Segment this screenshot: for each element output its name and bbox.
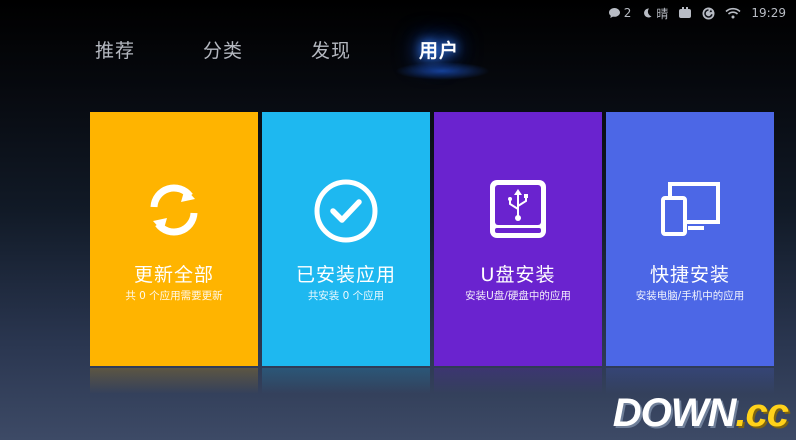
card-reflection [90, 368, 258, 394]
card-subtitle: 共 0 个应用需要更新 [125, 290, 223, 302]
clock: 19:29 [751, 6, 786, 20]
card-subtitle: 安装电脑/手机中的应用 [635, 290, 745, 302]
device-icon [678, 7, 692, 19]
weather-icon [641, 7, 653, 19]
card-reflection [262, 368, 430, 394]
tab-recommend[interactable]: 推荐 [95, 36, 135, 63]
weather-text: 晴 [656, 6, 669, 21]
devices-icon [606, 178, 774, 244]
usb-drive-icon [434, 178, 602, 244]
watermark-logo: DOWN.cc [612, 391, 789, 436]
card-title: 快捷安装 [649, 264, 730, 286]
tab-user[interactable]: 用户 [419, 36, 459, 63]
message-count: 2 [623, 6, 632, 20]
card-title: 更新全部 [133, 264, 214, 286]
card-reflection [434, 368, 602, 394]
weather-indicator: 晴 [641, 5, 668, 22]
active-tab-glow [395, 62, 490, 80]
update-all-card[interactable]: 更新全部 共 0 个应用需要更新 [90, 112, 258, 366]
chat-bubble-icon [608, 7, 621, 19]
watermark-part1: DOWN [612, 391, 737, 435]
card-title: 已安装应用 [295, 264, 396, 286]
watermark-part2: .cc [735, 391, 789, 435]
card-title: U盘安装 [480, 264, 556, 286]
usb-install-card[interactable]: U盘安装 安装U盘/硬盘中的应用 [434, 112, 602, 366]
quick-install-card[interactable]: 快捷安装 安装电脑/手机中的应用 [606, 112, 774, 366]
card-subtitle: 共安装 0 个应用 [307, 290, 385, 302]
installed-apps-card[interactable]: 已安装应用 共安装 0 个应用 [262, 112, 430, 366]
refresh-icon [90, 178, 258, 244]
message-indicator: 2 [608, 6, 632, 20]
category-tabs: 推荐 分类 发现 用户 [0, 36, 796, 80]
wifi-icon [725, 7, 741, 19]
card-subtitle: 安装U盘/硬盘中的应用 [465, 290, 571, 302]
tab-discover[interactable]: 发现 [311, 36, 351, 63]
check-circle-icon [262, 178, 430, 244]
tab-category[interactable]: 分类 [203, 36, 243, 63]
sync-icon [702, 7, 715, 20]
status-bar: 2 晴 19:29 [608, 0, 786, 26]
